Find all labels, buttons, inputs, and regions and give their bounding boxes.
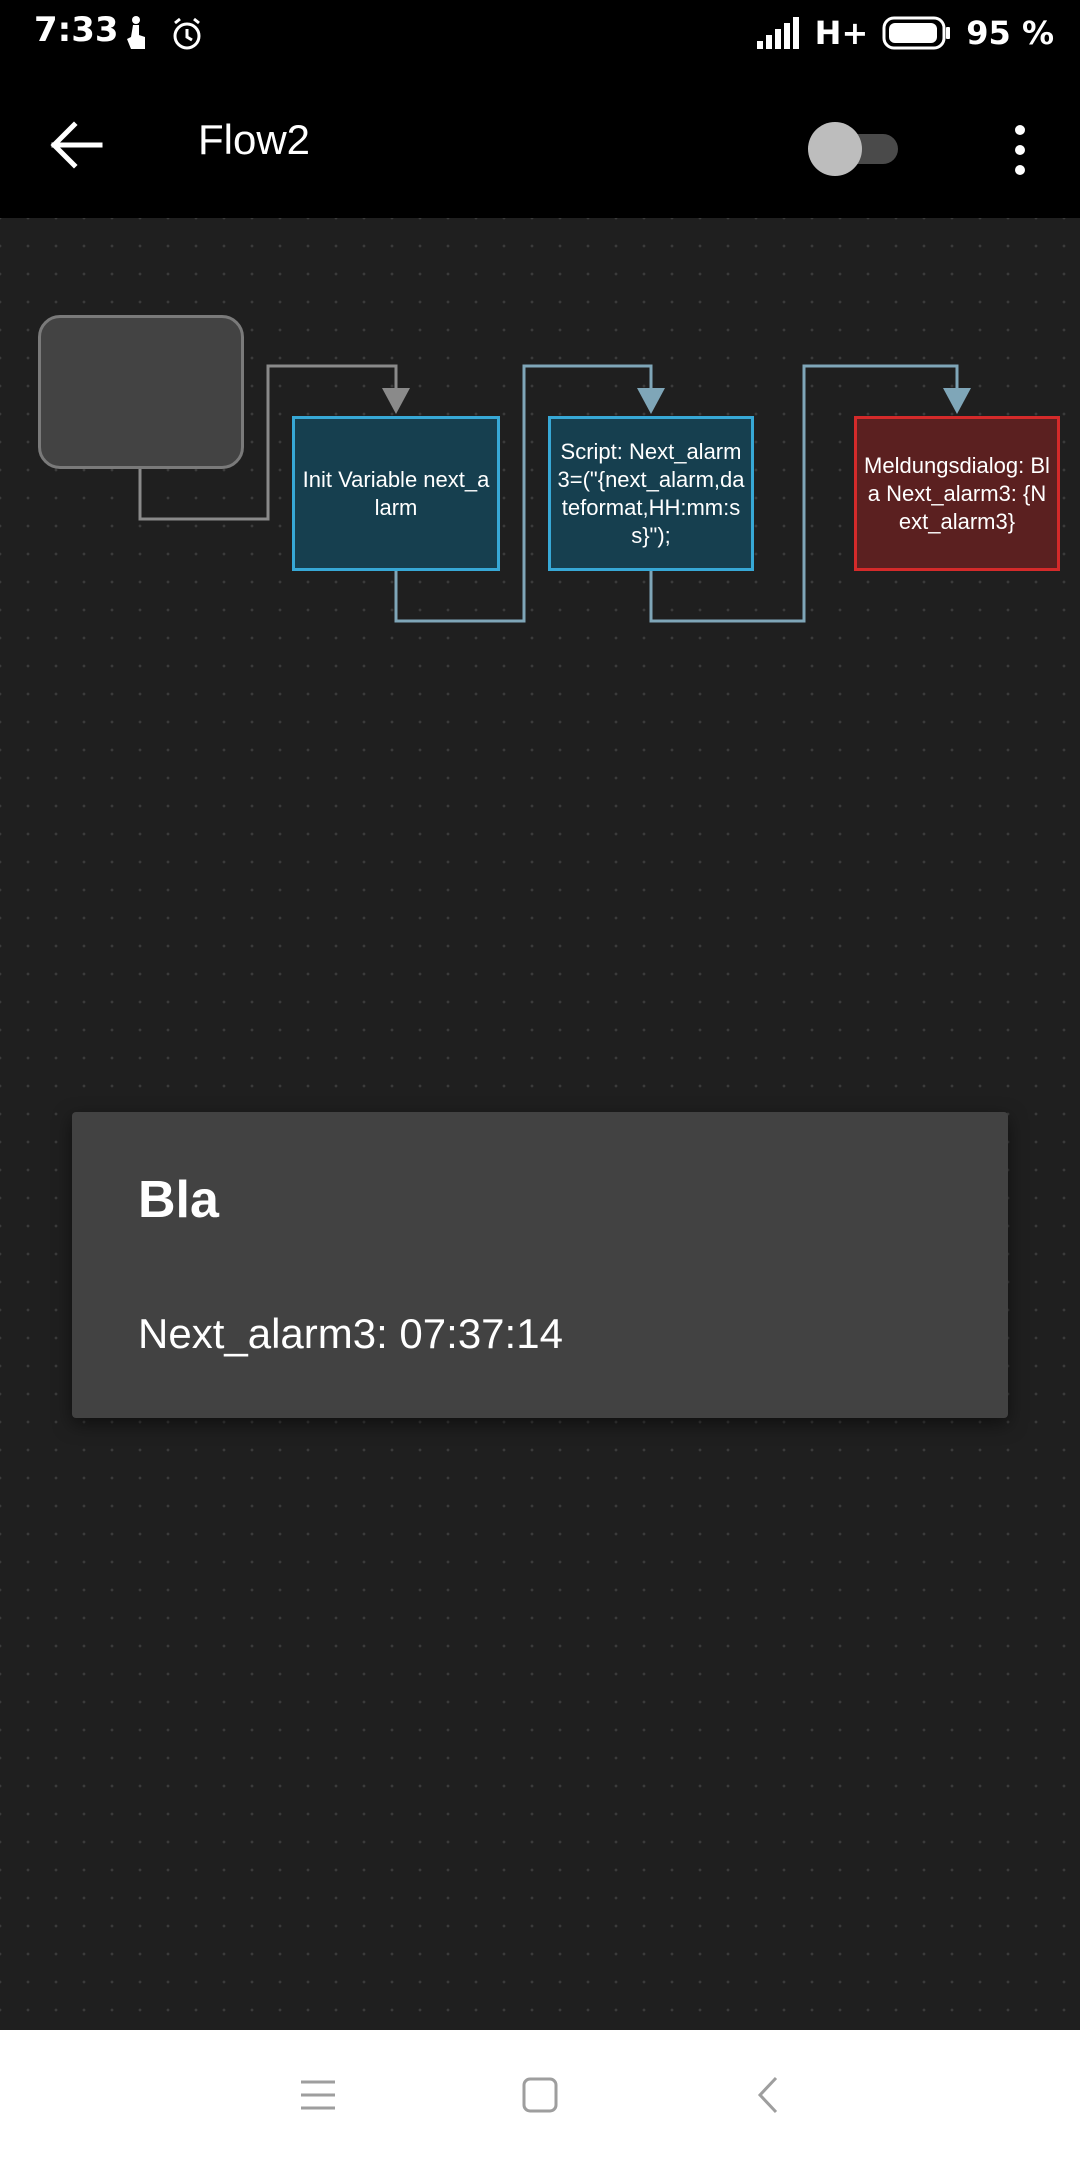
flow-node-message-dialog[interactable]: Meldungsdialog: Bla Next_alarm3: {Next_a… [854, 416, 1060, 571]
home-icon[interactable] [517, 2072, 563, 2118]
flow-node-label: Init Variable next_alarm [302, 466, 490, 520]
battery-percent: 95 % [966, 14, 1054, 52]
flow-node-start[interactable] [38, 315, 244, 469]
status-right: H+ 95 % [756, 10, 1054, 56]
more-vert-icon[interactable] [1000, 120, 1040, 180]
flow-node-label: Meldungsdialog: Bla Next_alarm3: {Next_a… [864, 452, 1050, 534]
status-bar: 7:33 H+ 95 % [0, 0, 1080, 66]
back-icon[interactable] [746, 2072, 792, 2118]
flow-node-init-variable[interactable]: Init Variable next_alarm [292, 416, 500, 571]
page-title: Flow2 [198, 116, 311, 163]
alarm-icon [173, 17, 201, 50]
arrowhead-script [637, 388, 665, 414]
flow-node-label: Script: Next_alarm3=("{next_alarm,datefo… [557, 438, 745, 548]
signal-icon [756, 17, 799, 49]
flow-canvas[interactable]: Init Variable next_alarm Script: Next_al… [0, 218, 1080, 2030]
status-time: 7:33 [34, 10, 119, 50]
toggle-thumb [808, 122, 862, 176]
arrowhead-dialog [943, 388, 971, 414]
navigation-bar [0, 2030, 1080, 2160]
menu-icon[interactable] [295, 2072, 341, 2118]
network-type: H+ [814, 14, 869, 52]
back-arrow-icon[interactable] [42, 110, 112, 180]
dialog-title: Bla [138, 1171, 219, 1229]
flow-enable-toggle[interactable] [808, 120, 898, 176]
touch-icon [127, 16, 145, 49]
arrowhead-init [382, 388, 410, 414]
dialog-message: Next_alarm3: 07:37:14 [138, 1310, 563, 1357]
battery-icon [882, 16, 951, 50]
status-left-icons [127, 16, 201, 50]
app-bar: Flow2 [0, 66, 1080, 218]
message-dialog[interactable]: Bla Next_alarm3: 07:37:14 [72, 1112, 1008, 1418]
flow-node-script[interactable]: Script: Next_alarm3=("{next_alarm,datefo… [548, 416, 754, 571]
